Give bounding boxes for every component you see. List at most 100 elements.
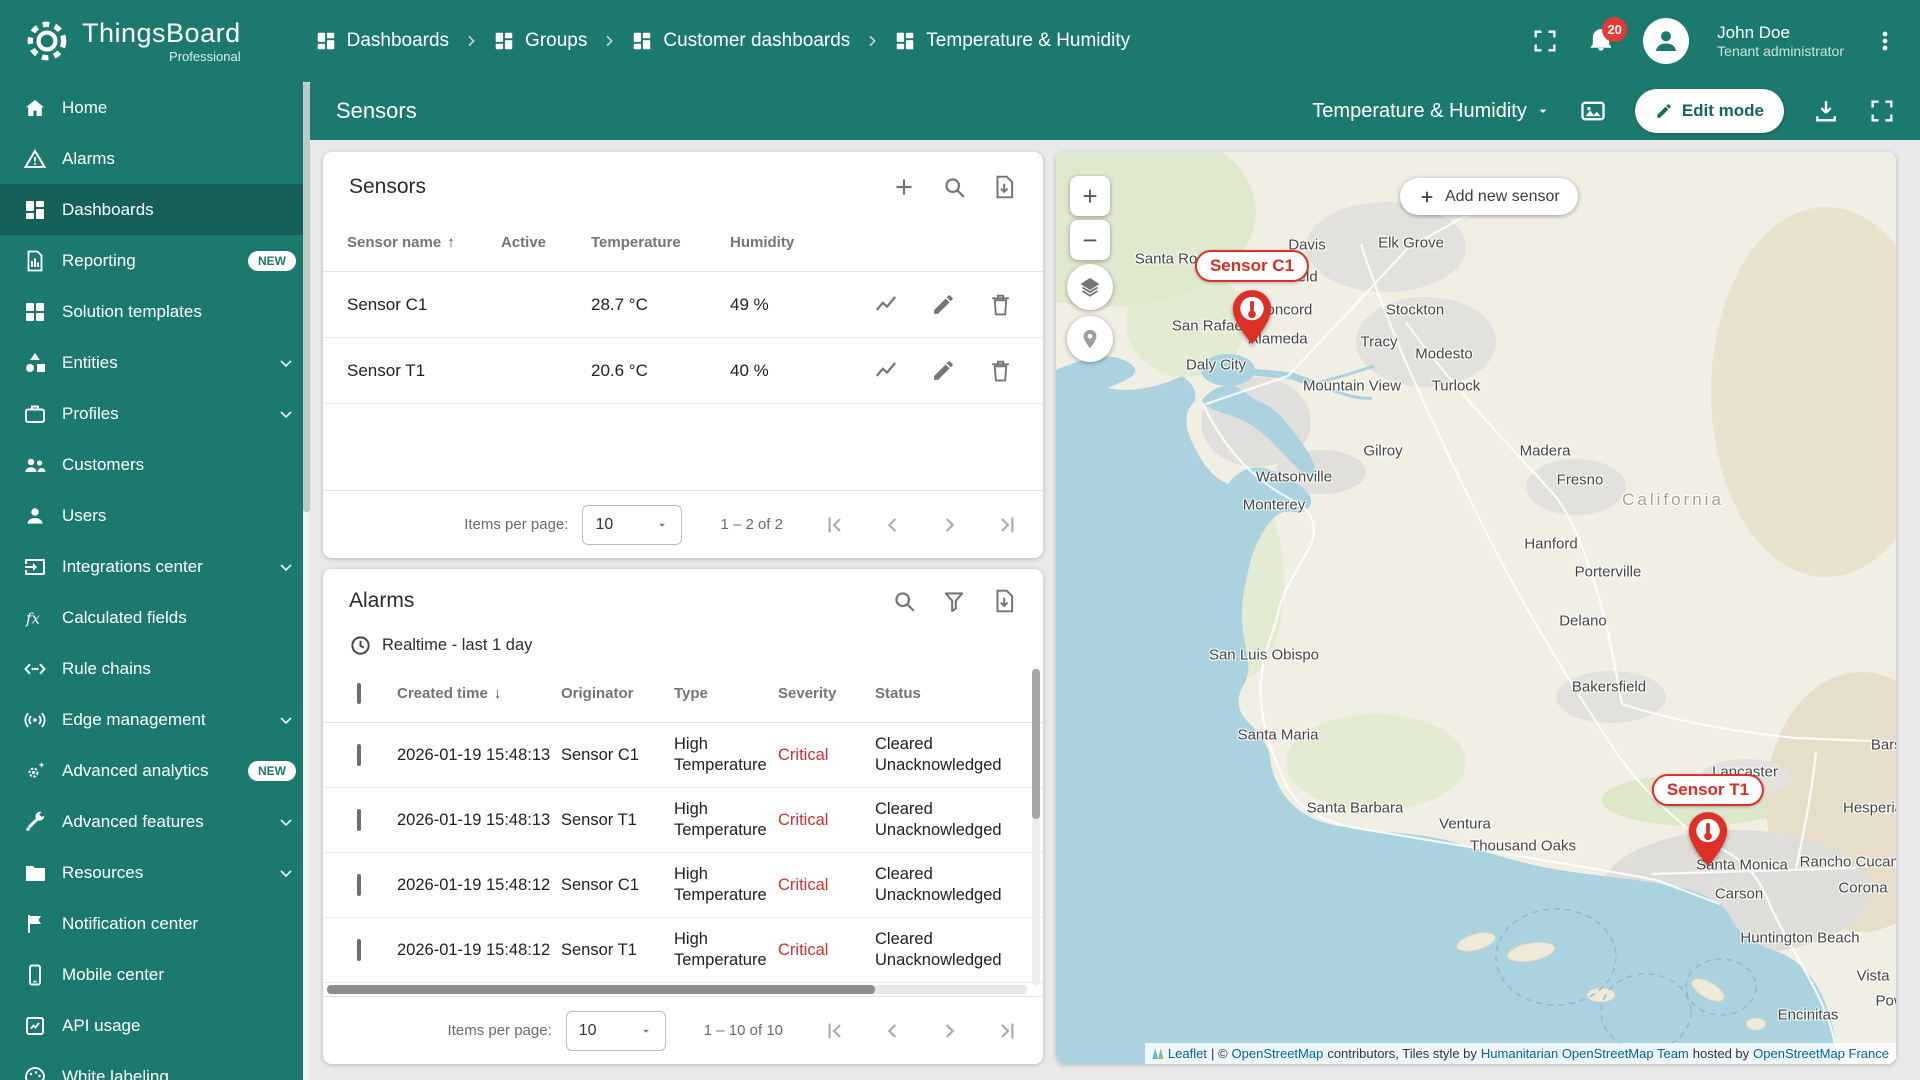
chart-history-icon[interactable] (873, 292, 899, 318)
osm-link[interactable]: OpenStreetMap (1232, 1046, 1324, 1061)
alarms-time-window[interactable]: Realtime - last 1 day (323, 625, 1043, 665)
delete-trash-icon[interactable] (988, 292, 1013, 318)
row-checkbox[interactable] (357, 809, 361, 831)
sidebar-item-rule-chains[interactable]: Rule chains (0, 643, 310, 694)
sidebar-item-customers[interactable]: Customers (0, 439, 310, 490)
sidebar-item-edge-management[interactable]: Edge management (0, 694, 310, 745)
breadcrumb-item-groups[interactable]: Groups (493, 30, 587, 52)
map-layers-button[interactable] (1067, 264, 1113, 310)
breadcrumb-item-customer-dashboards[interactable]: Customer dashboards (631, 30, 850, 52)
sidebar-item-alarms[interactable]: Alarms (0, 133, 310, 184)
sidebar-item-reporting[interactable]: Reporting NEW (0, 235, 310, 286)
column-header-temperature[interactable]: Temperature (591, 234, 730, 251)
next-page-icon[interactable] (937, 1018, 963, 1044)
search-icon[interactable] (941, 174, 967, 200)
alarm-row[interactable]: 2026-01-19 15:48:12 Sensor T1 High Tempe… (323, 918, 1043, 983)
sidebar-scrollbar[interactable] (303, 82, 310, 1080)
created-time-cell: 2026-01-19 15:48:13 (397, 811, 561, 830)
notifications-button[interactable]: 20 (1587, 25, 1615, 58)
column-header-severity[interactable]: Severity (778, 685, 875, 702)
edit-mode-button[interactable]: Edit mode (1635, 89, 1784, 133)
last-page-icon[interactable] (995, 512, 1021, 538)
last-page-icon[interactable] (995, 1018, 1021, 1044)
add-sensor-icon[interactable] (891, 174, 917, 200)
sidebar-item-resources[interactable]: Resources (0, 847, 310, 898)
column-header-status[interactable]: Status (875, 685, 1043, 702)
first-page-icon[interactable] (821, 512, 847, 538)
zoom-in-button[interactable]: + (1070, 176, 1110, 216)
kebab-menu-icon[interactable] (1872, 28, 1898, 54)
map-canvas[interactable]: DavisElk GroveSanta RosaFairfieldConcord… (1056, 152, 1896, 1064)
brand-logo[interactable]: ThingsBoard Professional (24, 18, 241, 64)
map-marker-sensor-t1[interactable] (1685, 810, 1731, 868)
add-new-sensor-button[interactable]: Add new sensor (1400, 178, 1578, 215)
column-header-active[interactable]: Active (501, 234, 591, 251)
sensor-row[interactable]: Sensor C1 28.7 °C 49 % (323, 272, 1043, 338)
page-size-value: 10 (595, 516, 613, 534)
page-size-select[interactable]: 10 (582, 505, 682, 545)
alarms-horizontal-scrollbar[interactable] (327, 985, 1027, 994)
sidebar-item-solution-templates[interactable]: Solution templates (0, 286, 310, 337)
sidebar-item-entities[interactable]: Entities (0, 337, 310, 388)
dashboard-state-select[interactable]: Temperature & Humidity (1312, 100, 1551, 123)
sidebar-item-api-usage[interactable]: API usage (0, 1000, 310, 1051)
map-marker-sensor-c1[interactable] (1229, 288, 1275, 346)
sidebar-item-integrations-center[interactable]: Integrations center (0, 541, 310, 592)
column-header-humidity[interactable]: Humidity (730, 234, 860, 251)
column-header-sensor-name[interactable]: Sensor name↑ (347, 234, 501, 251)
chart-history-icon[interactable] (873, 358, 899, 384)
first-page-icon[interactable] (821, 1018, 847, 1044)
filter-funnel-icon[interactable] (941, 588, 967, 614)
sidebar-item-white-labeling[interactable]: White labeling (0, 1051, 310, 1080)
column-header-originator[interactable]: Originator (561, 685, 674, 702)
avatar[interactable] (1643, 18, 1689, 64)
previous-page-icon[interactable] (879, 1018, 905, 1044)
sidebar-item-profiles[interactable]: Profiles (0, 388, 310, 439)
alarm-row[interactable]: 2026-01-19 15:48:13 Sensor C1 High Tempe… (323, 723, 1043, 788)
leaflet-link[interactable]: Leaflet (1168, 1046, 1207, 1061)
fullscreen-icon[interactable] (1531, 27, 1559, 55)
export-file-icon[interactable] (991, 588, 1017, 614)
column-header-type[interactable]: Type (674, 685, 778, 702)
zoom-out-button[interactable]: − (1070, 220, 1110, 260)
sensor-row[interactable]: Sensor T1 20.6 °C 40 % (323, 338, 1043, 404)
sidebar-item-mobile-center[interactable]: Mobile center (0, 949, 310, 1000)
previous-page-icon[interactable] (879, 512, 905, 538)
sidebar-item-calculated-fields[interactable]: fx Calculated fields (0, 592, 310, 643)
download-icon[interactable] (1812, 97, 1840, 125)
sidebar-item-dashboards[interactable]: Dashboards (0, 184, 310, 235)
alarm-row[interactable]: 2026-01-19 15:48:13 Sensor T1 High Tempe… (323, 788, 1043, 853)
map-place-label: Porterville (1575, 564, 1642, 581)
search-icon[interactable] (891, 588, 917, 614)
breadcrumb-label: Temperature & Humidity (926, 30, 1130, 52)
my-location-button[interactable] (1067, 316, 1113, 362)
export-file-icon[interactable] (991, 174, 1017, 200)
alarm-row[interactable]: 2026-01-19 15:48:12 Sensor C1 High Tempe… (323, 853, 1043, 918)
sidebar-item-advanced-analytics[interactable]: Advanced analytics NEW (0, 745, 310, 796)
next-page-icon[interactable] (937, 512, 963, 538)
map-marker-label-sensor-c1[interactable]: Sensor C1 (1195, 250, 1309, 282)
osm-france-link[interactable]: OpenStreetMap France (1753, 1046, 1889, 1061)
user-info[interactable]: John Doe Tenant administrator (1717, 22, 1844, 61)
image-gallery-icon[interactable] (1579, 97, 1607, 125)
sidebar-item-notification-center[interactable]: Notification center (0, 898, 310, 949)
delete-trash-icon[interactable] (988, 358, 1013, 384)
flag-icon (22, 912, 48, 936)
edit-pencil-icon[interactable] (931, 292, 956, 318)
row-checkbox[interactable] (357, 744, 361, 766)
sidebar-item-home[interactable]: Home (0, 82, 310, 133)
select-all-checkbox[interactable] (357, 683, 361, 704)
row-checkbox[interactable] (357, 939, 361, 961)
sidebar-item-users[interactable]: Users (0, 490, 310, 541)
sidebar-item-advanced-features[interactable]: Advanced features (0, 796, 310, 847)
column-header-created-time[interactable]: Created time↓ (397, 685, 561, 702)
fullscreen-icon[interactable] (1868, 97, 1896, 125)
edit-pencil-icon[interactable] (931, 358, 956, 384)
breadcrumb-item-current-dashboard[interactable]: Temperature & Humidity (894, 30, 1130, 52)
row-checkbox[interactable] (357, 874, 361, 896)
map-marker-label-sensor-t1[interactable]: Sensor T1 (1652, 774, 1764, 806)
hot-link[interactable]: Humanitarian OpenStreetMap Team (1481, 1046, 1689, 1061)
alarms-vertical-scrollbar[interactable] (1032, 669, 1040, 985)
breadcrumb-item-dashboards[interactable]: Dashboards (315, 30, 449, 52)
page-size-select[interactable]: 10 (566, 1011, 666, 1051)
